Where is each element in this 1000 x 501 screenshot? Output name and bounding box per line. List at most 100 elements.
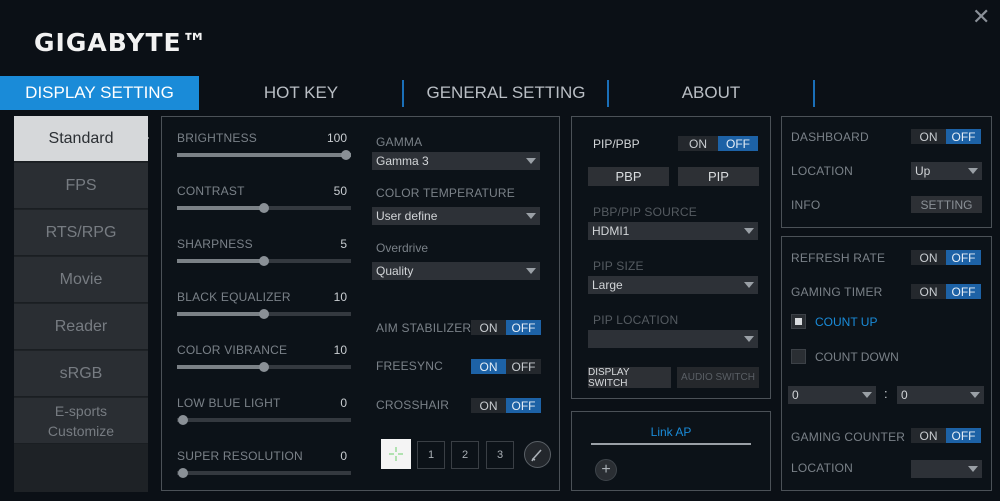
slider-knob[interactable]: [259, 309, 269, 319]
count-up-label: COUNT UP: [815, 315, 878, 329]
slider-value: 50: [333, 184, 347, 198]
crosshair-option-1[interactable]: 1: [417, 441, 445, 469]
count-up-checkbox[interactable]: [791, 314, 806, 329]
plus-icon[interactable]: +: [595, 459, 617, 481]
refresh-rate-toggle[interactable]: ON OFF: [911, 250, 981, 265]
slider-fill: [177, 206, 264, 210]
chevron-down-icon: [744, 228, 754, 234]
mode-fps[interactable]: FPS: [14, 163, 148, 209]
gaming-counter-toggle[interactable]: ON OFF: [911, 428, 981, 443]
toggle-on[interactable]: ON: [911, 129, 946, 144]
dashboard-toggle[interactable]: ON OFF: [911, 129, 981, 144]
toggle-on[interactable]: ON: [911, 284, 946, 299]
slider-fill: [177, 153, 351, 157]
slider-track[interactable]: [177, 309, 351, 319]
pbp-button[interactable]: PBP: [588, 167, 669, 186]
slider-track[interactable]: [177, 415, 351, 425]
toggle-on[interactable]: ON: [911, 428, 946, 443]
crosshair-label: CROSSHAIR: [376, 398, 450, 412]
pip-pbp-toggle[interactable]: ON OFF: [678, 136, 758, 151]
crosshair-style-selected[interactable]: [381, 439, 411, 469]
tab-about[interactable]: ABOUT: [611, 76, 811, 110]
toggle-on[interactable]: ON: [471, 320, 506, 335]
aim-stabilizer-toggle[interactable]: ON OFF: [471, 320, 541, 335]
crosshair-option-2[interactable]: 2: [451, 441, 479, 469]
mode-standard[interactable]: Standard: [14, 116, 148, 162]
timer-minutes-select[interactable]: 0: [788, 386, 876, 404]
slider-knob[interactable]: [178, 468, 188, 478]
toggle-off[interactable]: OFF: [718, 136, 758, 151]
gamma-select[interactable]: Gamma 3: [372, 152, 540, 170]
color-temperature-select[interactable]: User define: [372, 207, 540, 225]
gamma-value: Gamma 3: [376, 154, 429, 168]
toggle-off[interactable]: OFF: [946, 428, 981, 443]
crosshair-edit-button[interactable]: [524, 441, 551, 468]
chevron-down-icon: [526, 158, 536, 164]
slider-track[interactable]: [177, 203, 351, 213]
slider-value: 0: [340, 449, 347, 463]
tab-hot-key[interactable]: HOT KEY: [202, 76, 400, 110]
slider-value: 10: [333, 290, 347, 304]
display-switch-button[interactable]: DISPLAY SWITCH: [588, 367, 671, 389]
toggle-off[interactable]: OFF: [506, 359, 541, 374]
gaming-location-select[interactable]: [911, 460, 982, 478]
audio-switch-button[interactable]: AUDIO SWITCH: [677, 367, 759, 388]
toggle-off[interactable]: OFF: [946, 129, 981, 144]
mode-rts-rpg[interactable]: RTS/RPG: [14, 210, 148, 256]
chevron-down-icon: [970, 392, 980, 398]
toggle-off[interactable]: OFF: [506, 398, 541, 413]
timer-seconds-select[interactable]: 0: [897, 386, 984, 404]
chevron-down-icon: [968, 466, 978, 472]
slider-knob[interactable]: [259, 203, 269, 213]
dashboard-location-value: Up: [915, 164, 931, 178]
timer-seconds-value: 0: [901, 388, 908, 402]
mode-movie[interactable]: Movie: [14, 257, 148, 303]
pip-size-select[interactable]: Large: [588, 276, 758, 294]
tab-general-setting[interactable]: GENERAL SETTING: [406, 76, 606, 110]
toggle-on[interactable]: ON: [471, 359, 506, 374]
pip-button[interactable]: PIP: [678, 167, 759, 186]
color-temperature-value: User define: [376, 209, 438, 223]
slider-track[interactable]: [177, 362, 351, 372]
gaming-timer-toggle[interactable]: ON OFF: [911, 284, 981, 299]
pip-source-value: HDMI1: [592, 224, 630, 238]
toggle-on[interactable]: ON: [911, 250, 946, 265]
slider-track[interactable]: [177, 150, 351, 160]
mode-esports-customize[interactable]: E-sports Customize: [14, 398, 148, 444]
slider-value: 5: [340, 237, 347, 251]
chevron-down-icon: [862, 392, 872, 398]
pip-source-select[interactable]: HDMI1: [588, 222, 758, 240]
slider-knob[interactable]: [259, 256, 269, 266]
overdrive-select[interactable]: Quality: [372, 262, 540, 280]
chevron-down-icon: [744, 282, 754, 288]
crosshair-option-3[interactable]: 3: [486, 441, 514, 469]
tab-display-setting[interactable]: DISPLAY SETTING: [0, 76, 199, 110]
overdrive-label: Overdrive: [376, 241, 429, 255]
dashboard-setting-button[interactable]: SETTING: [911, 196, 982, 213]
slider-track[interactable]: [177, 468, 351, 478]
pip-location-select[interactable]: [588, 330, 758, 348]
chevron-down-icon: [526, 268, 536, 274]
link-ap-tab[interactable]: Link AP: [591, 425, 751, 439]
toggle-off[interactable]: OFF: [506, 320, 541, 335]
slider-knob[interactable]: [341, 150, 351, 160]
freesync-toggle[interactable]: ON OFF: [471, 359, 541, 374]
mode-reader[interactable]: Reader: [14, 304, 148, 350]
toggle-off[interactable]: OFF: [946, 250, 981, 265]
close-icon[interactable]: ✕: [972, 6, 990, 28]
slider-knob[interactable]: [259, 362, 269, 372]
crosshair-toggle[interactable]: ON OFF: [471, 398, 541, 413]
slider-value: 10: [333, 343, 347, 357]
toggle-on[interactable]: ON: [471, 398, 506, 413]
slider-track[interactable]: [177, 256, 351, 266]
dashboard-location-select[interactable]: Up: [911, 162, 982, 180]
mode-srgb[interactable]: sRGB: [14, 351, 148, 397]
toggle-on[interactable]: ON: [678, 136, 718, 151]
gamma-label: GAMMA: [376, 135, 423, 149]
dashboard-location-label: LOCATION: [791, 164, 854, 178]
count-down-checkbox[interactable]: [791, 349, 806, 364]
toggle-off[interactable]: OFF: [946, 284, 981, 299]
slider-knob[interactable]: [178, 415, 188, 425]
gigabyte-logo: GIGABYTE™: [34, 28, 208, 57]
slider-label: SUPER RESOLUTION: [177, 449, 303, 463]
